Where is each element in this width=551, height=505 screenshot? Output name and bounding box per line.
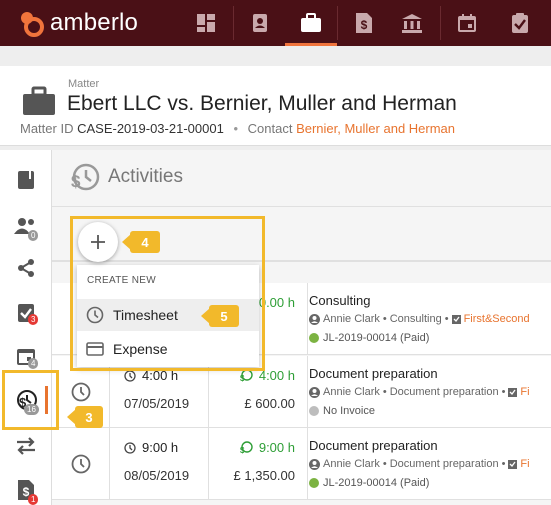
- clock-icon: [124, 441, 136, 454]
- matter-kind-label: Matter: [68, 78, 100, 90]
- activity-user: Annie Clark: [323, 458, 380, 470]
- sidebar-item-transfers[interactable]: [0, 426, 52, 466]
- invoice-dollar-icon: $: [356, 13, 372, 33]
- activity-amount: £ 600.00: [244, 396, 295, 411]
- user-icon: [309, 386, 320, 398]
- nav-tasks[interactable]: [494, 0, 546, 46]
- invoice-status-dot: [309, 478, 319, 488]
- nav-dashboard[interactable]: [180, 0, 232, 46]
- sidebar-item-billing[interactable]: $ 1: [0, 470, 52, 505]
- invoice-status-dot: [309, 333, 319, 343]
- matter-id-value: CASE-2019-03-21-00001: [77, 121, 224, 136]
- bank-icon: [402, 14, 422, 33]
- billable-hours: 9:00 h: [258, 440, 295, 455]
- nav-bank[interactable]: [386, 0, 438, 46]
- nav-billing[interactable]: $: [338, 0, 390, 46]
- task-check-icon: [508, 460, 518, 469]
- people-count-badge: 0: [28, 230, 39, 241]
- section-title: Activities: [108, 166, 183, 187]
- app-logo[interactable]: amberlo: [18, 9, 138, 37]
- nav-matters[interactable]: [285, 0, 337, 46]
- nav-contacts[interactable]: [234, 0, 286, 46]
- highlight-box-activities-tab: [2, 370, 59, 430]
- user-icon: [309, 458, 320, 470]
- callout-step-4: 4: [122, 231, 160, 253]
- sidebar-item-share[interactable]: [0, 248, 52, 288]
- top-nav-bar: amberlo $: [0, 0, 551, 46]
- sidebar-item-overview[interactable]: [0, 160, 52, 200]
- page-title: Ebert LLC vs. Bernier, Muller and Herman: [67, 92, 457, 115]
- calendar-icon: [458, 14, 476, 32]
- contact-link[interactable]: Bernier, Muller and Herman: [296, 121, 455, 136]
- activity-type: Consulting: [389, 313, 442, 325]
- svg-text:$: $: [240, 446, 245, 454]
- activity-phase: Fi: [520, 386, 530, 398]
- activity-phase: Fi: [520, 458, 530, 470]
- book-icon: [18, 171, 34, 189]
- clock-icon: [124, 369, 136, 382]
- tasks-icon: [512, 13, 528, 33]
- activity-date: 07/05/2019: [124, 396, 190, 411]
- briefcase-icon: [301, 13, 321, 32]
- amberlo-logo-icon: [21, 12, 44, 37]
- activity-date: 08/05/2019: [124, 468, 190, 483]
- activity-description: Document preparation: [309, 438, 438, 453]
- nav-calendar[interactable]: [441, 0, 493, 46]
- svg-text:$: $: [71, 172, 81, 191]
- activity-type: Document preparation: [389, 458, 499, 470]
- matter-meta: Matter ID CASE-2019-03-21-00001 • Contac…: [20, 121, 456, 136]
- calendar-count-badge: 4: [28, 358, 39, 369]
- invoice-label: JL-2019-00014 (Paid): [323, 477, 430, 489]
- contact-label: Contact: [247, 121, 293, 136]
- activity-description: Document preparation: [309, 366, 438, 381]
- activity-phase: First&Second: [463, 313, 530, 325]
- activity-type: Document preparation: [389, 386, 499, 398]
- activity-amount: £ 1,350.00: [233, 468, 295, 483]
- contacts-icon: [253, 14, 267, 32]
- clock-icon[interactable]: [71, 382, 91, 402]
- task-check-icon: [508, 388, 518, 397]
- billable-time-icon: $: [240, 441, 253, 454]
- dashboard-icon: [197, 14, 215, 32]
- task-check-icon: [451, 315, 461, 324]
- matter-id-label: Matter ID: [20, 121, 74, 136]
- activity-user: Annie Clark: [323, 313, 380, 325]
- svg-text:$: $: [361, 18, 368, 32]
- matter-header: Matter Ebert LLC vs. Bernier, Muller and…: [0, 66, 551, 146]
- sidebar-item-tasks[interactable]: 3: [0, 292, 52, 332]
- callout-step-3: 3: [67, 406, 103, 428]
- invoice-label: No Invoice: [323, 405, 375, 417]
- sidebar-item-people[interactable]: 0: [0, 206, 52, 246]
- clock-icon[interactable]: [71, 454, 91, 474]
- app-name: amberlo: [50, 9, 139, 36]
- callout-step-5: 5: [201, 305, 239, 327]
- time-money-icon: $: [71, 163, 100, 191]
- svg-text:$: $: [240, 374, 245, 382]
- user-icon: [309, 313, 320, 325]
- activity-hours: 9:00 h: [142, 440, 179, 455]
- matter-sidebar: 0 3 4 $ 16 $ 1: [0, 150, 52, 505]
- table-row[interactable]: 9:00 h 08/05/2019 $ 9:00 h £ 1,350.00 Do…: [52, 428, 551, 500]
- billing-count-badge: 1: [28, 494, 39, 505]
- activity-description: Consulting: [309, 293, 371, 308]
- transfer-icon: [17, 437, 35, 455]
- activity-user: Annie Clark: [323, 386, 380, 398]
- share-icon: [18, 259, 34, 277]
- invoice-label: JL-2019-00014 (Paid): [323, 332, 430, 344]
- briefcase-icon: [23, 86, 55, 115]
- invoice-status-dot: [309, 406, 319, 416]
- tasks-count-badge: 3: [28, 314, 39, 325]
- highlight-box-create-menu: [70, 216, 265, 371]
